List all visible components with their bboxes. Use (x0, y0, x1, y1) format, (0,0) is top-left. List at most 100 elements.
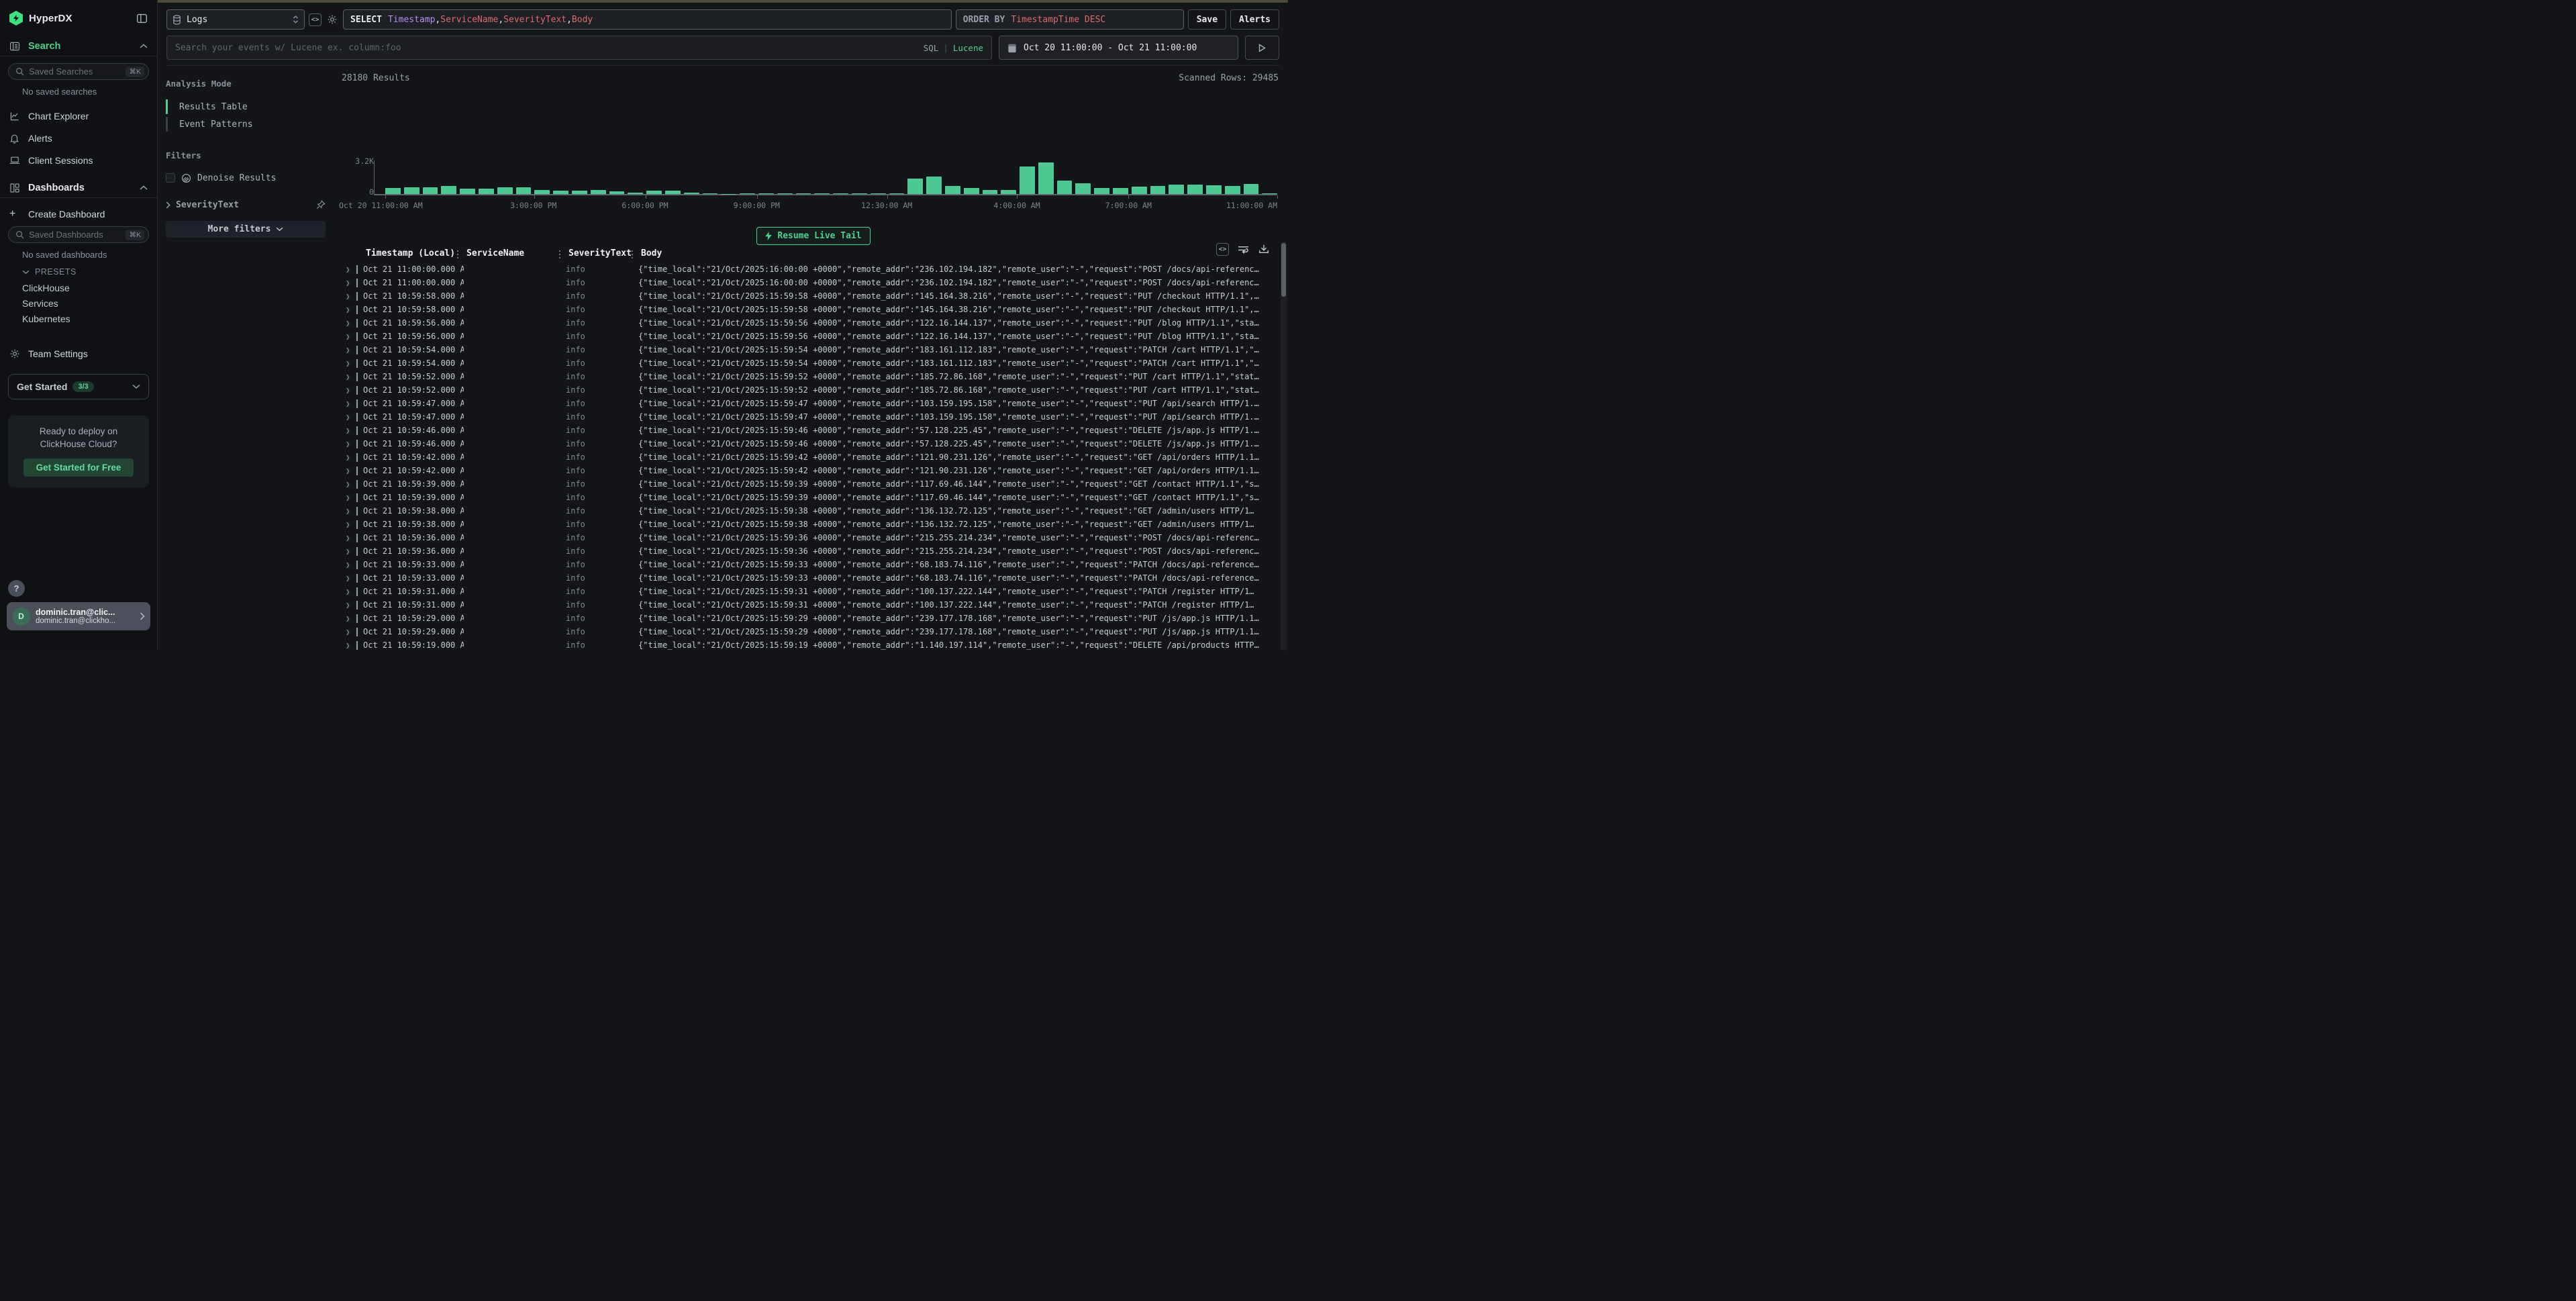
denoise-checkbox[interactable] (166, 173, 175, 183)
table-row[interactable]: ❯Oct 21 10:59:54.000 AMinfo{"time_local"… (342, 343, 1279, 356)
histogram-bar[interactable] (983, 190, 998, 194)
event-search-input[interactable] (175, 43, 924, 53)
table-row[interactable]: ❯Oct 21 10:59:36.000 AMinfo{"time_local"… (342, 544, 1279, 558)
table-row[interactable]: ❯Oct 21 10:59:47.000 AMinfo{"time_local"… (342, 410, 1279, 424)
histogram-bar[interactable] (833, 193, 848, 194)
presets-toggle[interactable]: PRESETS (0, 264, 157, 280)
download-icon[interactable] (1257, 242, 1271, 256)
histogram-bar[interactable] (628, 193, 643, 194)
table-row[interactable]: ❯Oct 21 10:59:52.000 AMinfo{"time_local"… (342, 370, 1279, 383)
row-expand-icon[interactable]: ❯ (342, 520, 356, 529)
histogram-bar[interactable] (721, 194, 736, 195)
saved-searches-input[interactable] (29, 66, 126, 77)
mode-results-table[interactable]: Results Table (166, 98, 326, 115)
row-expand-icon[interactable]: ❯ (342, 319, 356, 328)
table-row[interactable]: ❯Oct 21 10:59:39.000 AMinfo{"time_local"… (342, 477, 1279, 491)
table-row[interactable]: ❯Oct 21 11:00:00.000 AMinfo{"time_local"… (342, 262, 1279, 276)
table-row[interactable]: ❯Oct 21 10:59:38.000 AMinfo{"time_local"… (342, 518, 1279, 531)
table-row[interactable]: ❯Oct 21 10:59:33.000 AMinfo{"time_local"… (342, 571, 1279, 585)
table-row[interactable]: ❯Oct 21 10:59:33.000 AMinfo{"time_local"… (342, 558, 1279, 571)
row-expand-icon[interactable]: ❯ (342, 305, 356, 314)
histogram-bar[interactable] (460, 189, 475, 194)
row-expand-icon[interactable]: ❯ (342, 332, 356, 341)
histogram-bar[interactable] (740, 193, 755, 194)
pin-icon[interactable] (316, 200, 326, 209)
histogram-bar[interactable] (441, 186, 456, 194)
table-row[interactable]: ❯Oct 21 10:59:54.000 AMinfo{"time_local"… (342, 356, 1279, 370)
histogram-bar[interactable] (1113, 188, 1128, 194)
mode-event-patterns[interactable]: Event Patterns (166, 115, 326, 133)
row-expand-icon[interactable]: ❯ (342, 426, 356, 435)
raw-json-icon[interactable]: <> (1216, 243, 1229, 256)
histogram-bar[interactable] (1094, 188, 1109, 194)
wrap-lines-icon[interactable] (1236, 242, 1250, 256)
col-timestamp[interactable]: Timestamp (Local) (363, 248, 464, 258)
histogram-bar[interactable] (385, 188, 401, 194)
order-by-input[interactable]: ORDER BY TimestampTime DESC (956, 9, 1184, 30)
gear-icon[interactable] (326, 13, 339, 26)
code-view-icon[interactable]: <> (309, 13, 321, 26)
user-menu[interactable]: D dominic.tran@clic... dominic.tran@clic… (7, 602, 150, 630)
histogram-bar[interactable] (572, 191, 587, 194)
sidebar-section-search[interactable]: Search (0, 36, 157, 56)
row-expand-icon[interactable]: ❯ (342, 279, 356, 287)
histogram-bar[interactable] (684, 193, 699, 194)
scrollbar-thumb[interactable] (1281, 243, 1286, 297)
sidebar-item-chart-explorer[interactable]: Chart Explorer (0, 105, 157, 127)
row-expand-icon[interactable]: ❯ (342, 399, 356, 408)
row-expand-icon[interactable]: ❯ (342, 359, 356, 368)
histogram-bar[interactable] (591, 190, 606, 194)
row-expand-icon[interactable]: ❯ (342, 265, 356, 274)
histogram-bar[interactable] (1262, 193, 1277, 194)
select-columns-input[interactable]: SELECT Timestamp,ServiceName,SeverityTex… (343, 9, 952, 30)
lucene-mode-toggle[interactable]: Lucene (953, 43, 983, 53)
row-expand-icon[interactable]: ❯ (342, 574, 356, 583)
col-body[interactable]: Body (638, 248, 1288, 258)
histogram-bar[interactable] (889, 193, 905, 194)
table-row[interactable]: ❯Oct 21 10:59:46.000 AMinfo{"time_local"… (342, 424, 1279, 437)
row-expand-icon[interactable]: ❯ (342, 561, 356, 569)
histogram-bar[interactable] (1169, 185, 1184, 194)
date-range-picker[interactable]: Oct 20 11:00:00 - Oct 21 11:00:00 (999, 36, 1238, 60)
histogram-bar[interactable] (1001, 190, 1016, 194)
sidebar-collapse-icon[interactable] (136, 13, 148, 24)
row-expand-icon[interactable]: ❯ (342, 413, 356, 422)
histogram-bar[interactable] (665, 191, 681, 194)
row-expand-icon[interactable]: ❯ (342, 493, 356, 502)
row-expand-icon[interactable]: ❯ (342, 641, 356, 650)
histogram-bar[interactable] (497, 187, 513, 194)
histogram-bar[interactable] (534, 190, 550, 194)
table-row[interactable]: ❯Oct 21 10:59:31.000 AMinfo{"time_local"… (342, 598, 1279, 612)
histogram-bar[interactable] (404, 187, 419, 194)
histogram-bar[interactable] (646, 191, 662, 194)
run-query-button[interactable] (1245, 36, 1279, 60)
save-button[interactable]: Save (1188, 9, 1226, 30)
histogram-bar[interactable] (479, 189, 494, 194)
saved-dashboards-search[interactable]: ⌘K (8, 226, 149, 243)
sidebar-item-team-settings[interactable]: Team Settings (0, 342, 157, 365)
histogram-bar[interactable] (553, 191, 568, 194)
table-row[interactable]: ❯Oct 21 10:59:39.000 AMinfo{"time_local"… (342, 491, 1279, 504)
histogram-bar[interactable] (907, 179, 923, 194)
row-expand-icon[interactable]: ❯ (342, 628, 356, 636)
row-expand-icon[interactable]: ❯ (342, 440, 356, 448)
row-expand-icon[interactable]: ❯ (342, 587, 356, 596)
histogram-bar[interactable] (964, 188, 979, 194)
histogram-bar[interactable] (871, 193, 886, 194)
histogram-bar[interactable] (1020, 166, 1035, 194)
table-row[interactable]: ❯Oct 21 10:59:38.000 AMinfo{"time_local"… (342, 504, 1279, 518)
histogram-bar[interactable] (1057, 181, 1073, 194)
row-expand-icon[interactable]: ❯ (342, 601, 356, 610)
help-button[interactable]: ? (8, 580, 25, 597)
row-expand-icon[interactable]: ❯ (342, 614, 356, 623)
histogram-bar[interactable] (814, 193, 830, 194)
histogram-bar[interactable] (796, 193, 811, 194)
row-expand-icon[interactable]: ❯ (342, 346, 356, 354)
more-filters-button[interactable]: More filters (166, 221, 326, 238)
row-expand-icon[interactable]: ❯ (342, 480, 356, 489)
resume-live-tail-button[interactable]: Resume Live Tail (756, 227, 870, 245)
row-expand-icon[interactable]: ❯ (342, 386, 356, 395)
histogram-bar[interactable] (1150, 186, 1166, 194)
row-expand-icon[interactable]: ❯ (342, 547, 356, 556)
histogram-bar[interactable] (423, 187, 438, 194)
